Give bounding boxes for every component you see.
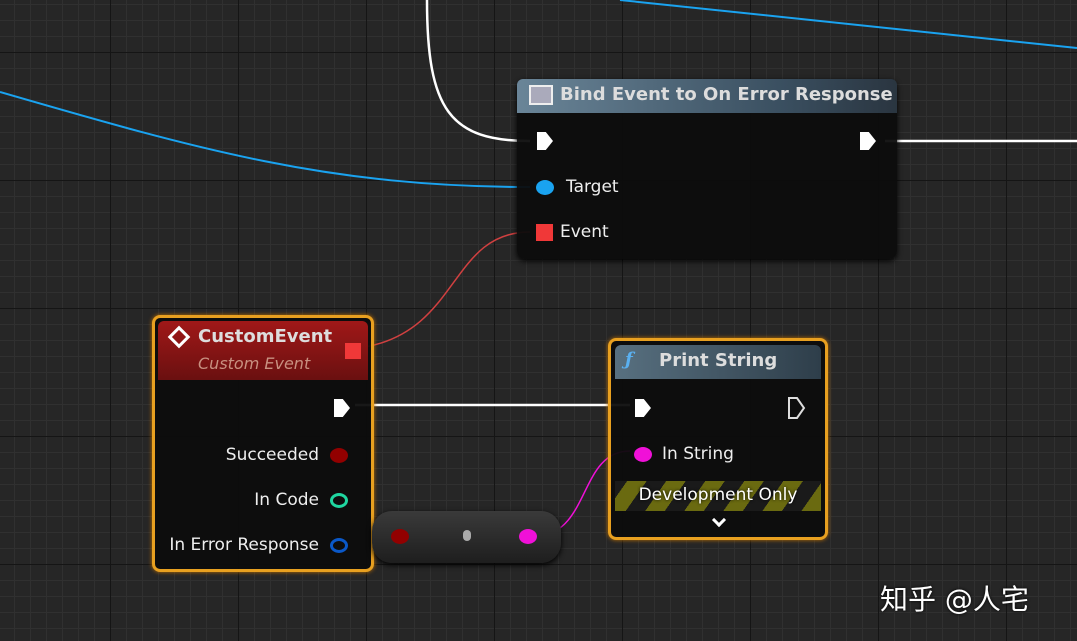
event-label: Event bbox=[560, 222, 609, 242]
in-error-response-label: In Error Response bbox=[169, 535, 319, 555]
development-only-banner: Development Only bbox=[615, 481, 821, 511]
event-diamond-icon bbox=[167, 325, 191, 349]
window-icon bbox=[529, 85, 553, 105]
print-string-node[interactable]: ƒ Print String In String Development Onl… bbox=[608, 338, 828, 540]
delegate-out-pin[interactable] bbox=[345, 343, 361, 359]
watermark: 知乎 @人宅 bbox=[880, 583, 1029, 616]
in-string-label: In String bbox=[662, 444, 734, 464]
node-title: CustomEvent bbox=[198, 326, 333, 347]
conversion-dot bbox=[463, 530, 471, 541]
exec-out-pin[interactable] bbox=[860, 132, 876, 150]
node-title: Bind Event to On Error Response bbox=[560, 84, 893, 105]
succeeded-label: Succeeded bbox=[225, 445, 319, 465]
conversion-out-pin[interactable] bbox=[519, 529, 537, 544]
in-string-pin[interactable] bbox=[634, 447, 652, 462]
in-code-pin[interactable] bbox=[330, 493, 348, 508]
exec-out-pin[interactable] bbox=[788, 397, 806, 419]
node-subtitle: Custom Event bbox=[198, 354, 311, 373]
custom-event-node[interactable]: CustomEvent Custom Event Succeeded In Co… bbox=[152, 315, 374, 572]
target-label: Target bbox=[566, 177, 619, 197]
event-pin[interactable] bbox=[536, 224, 553, 241]
node-title: Print String bbox=[659, 350, 778, 371]
conversion-in-pin[interactable] bbox=[391, 529, 409, 544]
conversion-node[interactable] bbox=[372, 511, 561, 563]
function-icon: ƒ bbox=[625, 349, 633, 370]
exec-out-pin[interactable] bbox=[334, 399, 350, 417]
exec-in-pin[interactable] bbox=[635, 399, 651, 417]
in-error-response-pin[interactable] bbox=[330, 538, 348, 553]
succeeded-pin[interactable] bbox=[330, 448, 348, 463]
in-code-label: In Code bbox=[254, 490, 319, 510]
bind-event-node[interactable]: Bind Event to On Error Response Target E… bbox=[517, 79, 897, 259]
exec-in-pin[interactable] bbox=[537, 132, 553, 150]
expand-chevron-icon[interactable] bbox=[711, 512, 727, 528]
target-pin[interactable] bbox=[536, 180, 554, 195]
